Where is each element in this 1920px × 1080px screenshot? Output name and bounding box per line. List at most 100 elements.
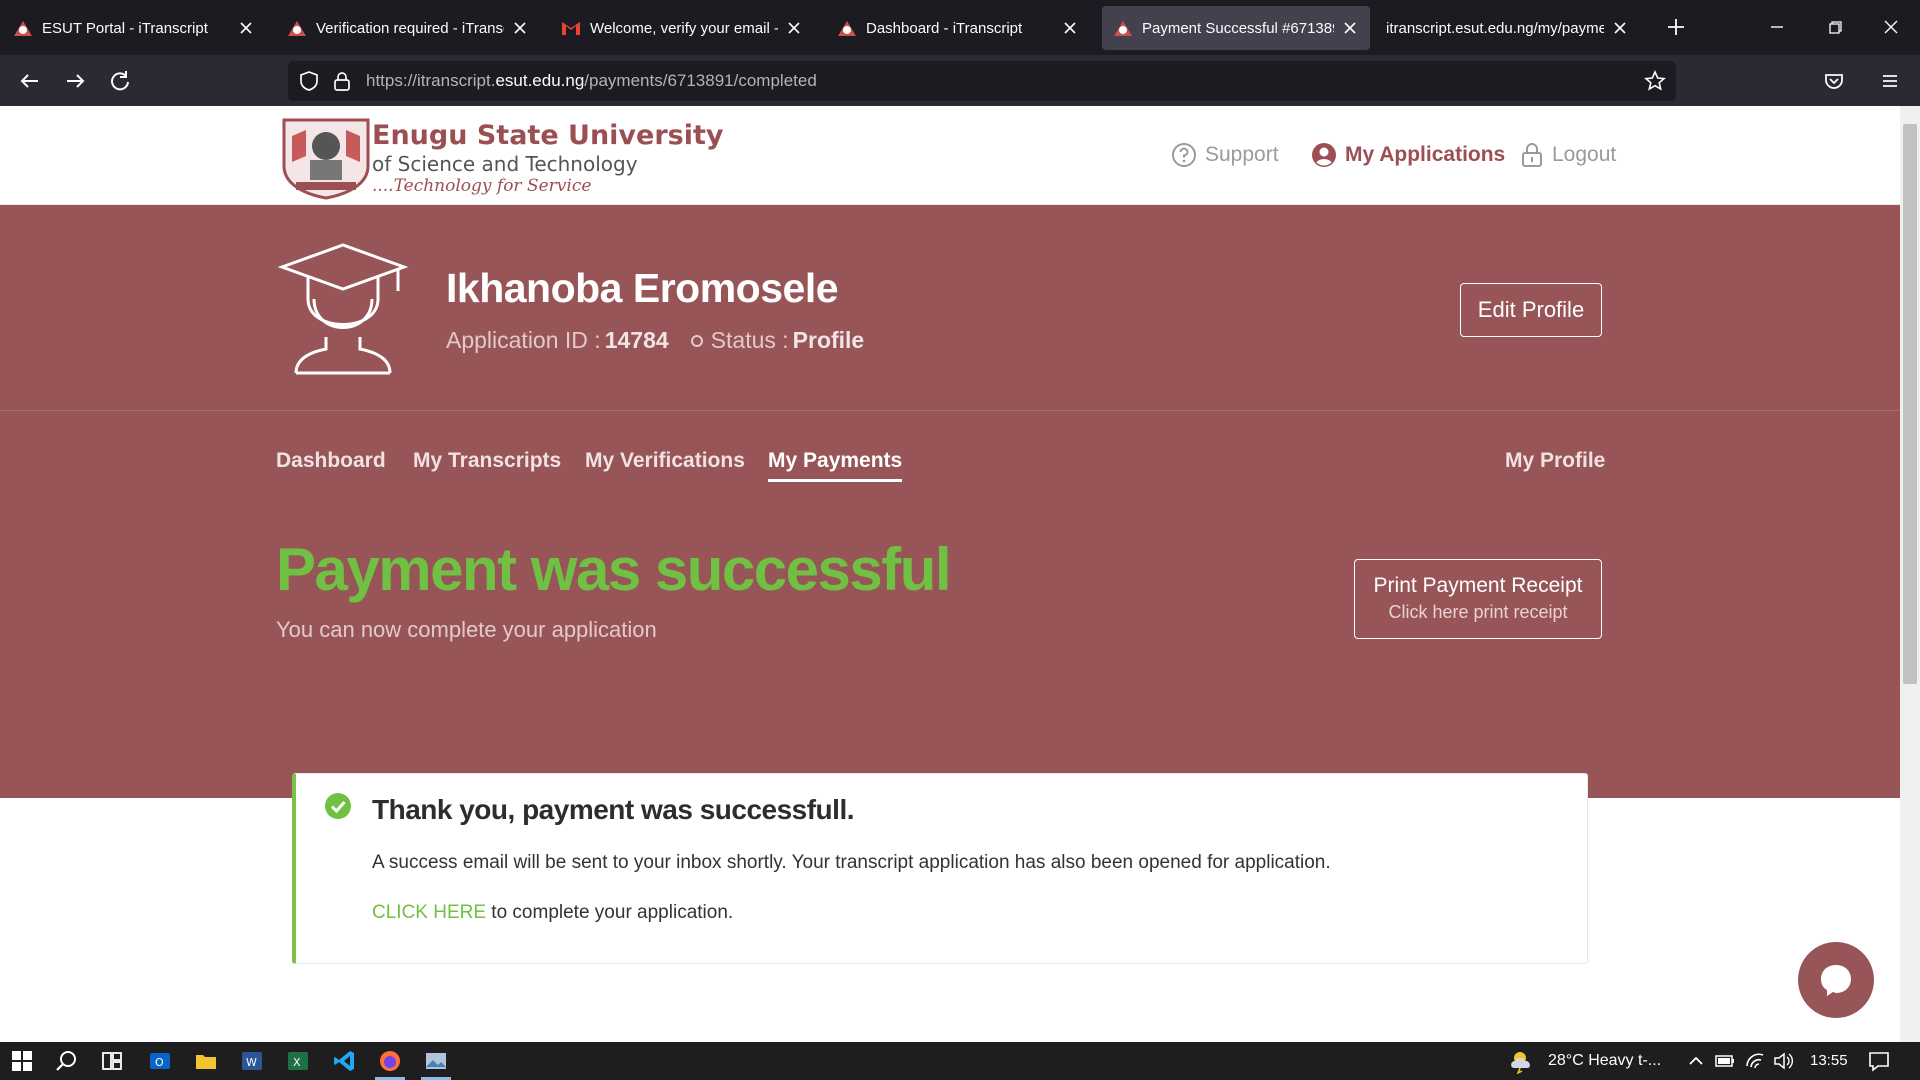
live-chat-button[interactable] [1798,942,1874,1018]
svg-text:O: O [155,1056,164,1069]
success-alert-card: Thank you, payment was successfull. A su… [292,773,1588,964]
subnav-my-verifications[interactable]: My Verifications [585,449,745,473]
tab-title: itranscript.esut.edu.ng/my/payments [1386,19,1604,37]
close-icon[interactable] [510,18,530,38]
weather-text[interactable]: 28°C Heavy t-... [1548,1052,1661,1070]
subnav-my-transcripts[interactable]: My Transcripts [413,449,561,473]
scrollbar-thumb[interactable] [1903,124,1917,684]
file-explorer-icon[interactable] [193,1048,219,1074]
application-id-label: Application ID : [446,327,601,353]
print-receipt-hint: Click here print receipt [1388,602,1568,622]
profile-hero: Ikhanoba Eromosele Application ID : 1478… [0,205,1900,798]
restore-icon[interactable] [1822,14,1848,40]
back-icon[interactable] [16,67,44,95]
browser-tab[interactable]: ESUT Portal - iTranscript [2,6,266,50]
word-icon[interactable]: W [239,1048,265,1074]
close-icon[interactable] [1610,18,1630,38]
payment-success-title: Payment was successful [276,536,952,603]
esut-logo-icon [14,21,32,36]
browser-tab-active[interactable]: Payment Successful #6713891 [1102,6,1370,50]
search-icon[interactable] [54,1048,80,1074]
close-icon[interactable] [1060,18,1080,38]
clock-time[interactable]: 13:55 [1810,1052,1848,1069]
task-view-icon[interactable] [99,1048,125,1074]
success-card-title: Thank you, payment was successfull. [372,794,855,825]
battery-icon[interactable] [1714,1048,1736,1074]
new-tab-icon[interactable] [1663,14,1689,40]
logout-label: Logout [1552,143,1617,166]
browser-tab[interactable]: Verification required - iTranscript [276,6,540,50]
subnav-dashboard[interactable]: Dashboard [276,449,386,473]
close-icon[interactable] [236,18,256,38]
tab-title: Welcome, verify your email - d [590,19,778,37]
browser-tab[interactable]: itranscript.esut.edu.ng/my/payments [1376,6,1640,50]
outlook-icon[interactable]: O [147,1048,173,1074]
tab-title: Verification required - iTranscript [316,19,504,37]
menu-icon[interactable] [1876,67,1904,95]
page-scrollbar[interactable] [1900,106,1920,1042]
forward-icon[interactable] [61,67,89,95]
browser-tab-bar: ESUT Portal - iTranscript Verification r… [0,0,1920,55]
windows-start-icon[interactable] [9,1048,35,1074]
browser-tab[interactable]: Welcome, verify your email - d [550,6,814,50]
payment-success-subtitle: You can now complete your application [276,617,657,642]
my-applications-link[interactable]: My Applications [1311,142,1505,168]
application-id-value: 14784 [604,327,669,353]
bookmark-star-icon[interactable] [1644,70,1666,92]
windows-taskbar: O W X 28°C Heavy t-... 13:55 [0,1042,1920,1080]
logout-link[interactable]: Logout [1520,142,1616,168]
support-link[interactable]: Support [1171,142,1279,168]
esut-logo-icon [288,21,306,36]
url-prefix: https://itranscript. [366,71,496,90]
complete-application-suffix: to complete your application. [486,902,734,923]
chevron-up-icon[interactable] [1686,1048,1706,1074]
hero-divider [0,410,1900,411]
esut-logo[interactable] [276,116,376,200]
university-subtitle: of Science and Technology [372,152,638,176]
status-label: Status : [710,327,789,353]
close-icon[interactable] [1340,18,1360,38]
notifications-icon[interactable] [1866,1048,1892,1074]
user-meta: Application ID : 14784 Status : Profile [446,327,864,354]
image-viewer-icon[interactable] [423,1048,449,1074]
window-close-icon[interactable] [1878,14,1904,40]
minimize-icon[interactable] [1764,14,1790,40]
success-card-message: A success email will be sent to your inb… [372,852,1331,873]
support-label: Support [1205,143,1279,166]
gmail-icon [562,22,580,35]
user-name: Ikhanoba Eromosele [446,265,839,311]
url-host: esut.edu.ng [495,71,585,90]
lock-icon[interactable] [332,70,352,92]
reload-icon[interactable] [106,67,134,95]
wifi-icon[interactable] [1744,1048,1766,1074]
tab-title: ESUT Portal - iTranscript [42,19,208,37]
university-name: Enugu State University [372,120,724,151]
subnav-my-payments[interactable]: My Payments [768,449,903,482]
status-value: Profile [792,327,865,353]
shield-icon[interactable] [298,70,320,92]
question-circle-icon [1172,143,1196,167]
tab-title: Payment Successful #6713891 [1142,19,1334,37]
site-header: Enugu State University of Science and Te… [0,106,1900,205]
volume-icon[interactable] [1772,1048,1794,1074]
address-bar[interactable]: https://itranscript.esut.edu.ng/payments… [288,61,1676,101]
my-applications-label: My Applications [1345,143,1506,166]
browser-tab[interactable]: Dashboard - iTranscript [826,6,1090,50]
weather-storm-icon[interactable] [1508,1048,1538,1074]
complete-application-link[interactable]: CLICK HERE [372,902,486,923]
firefox-icon[interactable] [377,1048,403,1074]
url-text[interactable]: https://itranscript.esut.edu.ng/payments… [366,71,817,91]
excel-icon[interactable]: X [285,1048,311,1074]
pocket-icon[interactable] [1820,67,1848,95]
status-dot-icon [690,334,703,347]
close-icon[interactable] [784,18,804,38]
subnav-my-profile[interactable]: My Profile [1505,449,1605,473]
print-receipt-label: Print Payment Receipt [1373,574,1583,597]
vscode-icon[interactable] [331,1048,357,1074]
print-receipt-button[interactable]: Print Payment Receipt Click here print r… [1354,559,1602,639]
tab-title: Dashboard - iTranscript [866,19,1023,37]
svg-text:W: W [246,1056,257,1069]
url-path: /payments/6713891/completed [584,71,817,90]
complete-application-row: CLICK HERE to complete your application. [372,902,733,924]
edit-profile-button[interactable]: Edit Profile [1460,283,1602,337]
